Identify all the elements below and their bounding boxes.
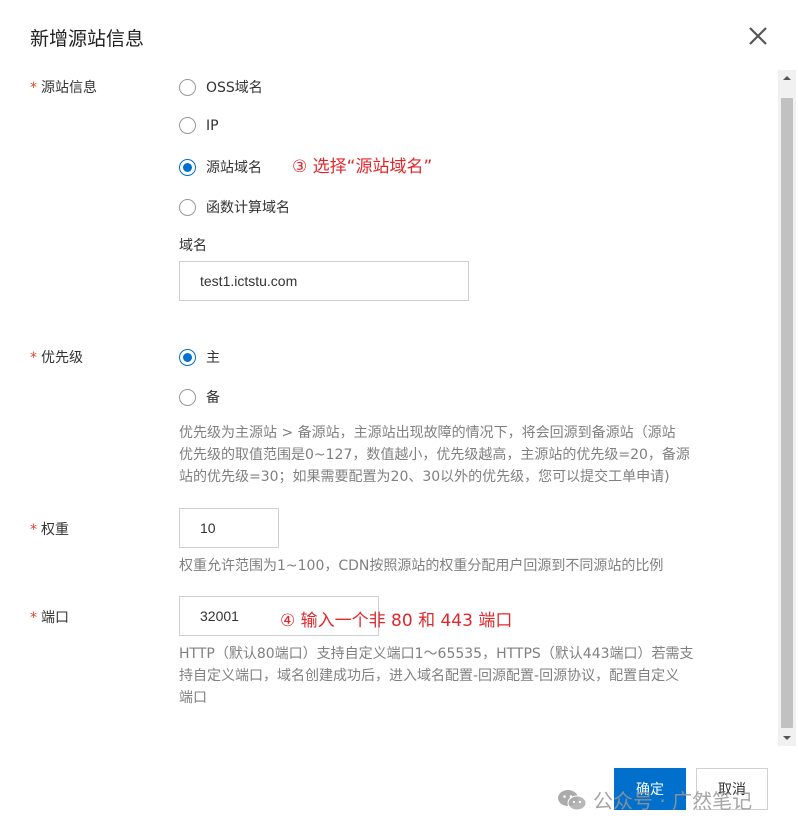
add-origin-dialog: 新增源站信息 * 源站信息 OSS域名 IP 源站域名 ③ 选择“源站域名” 函数…	[0, 0, 798, 828]
origin-info-label: * 源站信息	[30, 80, 97, 96]
radio-origin-domain[interactable]: 源站域名	[179, 157, 262, 177]
radio-oss-domain[interactable]: OSS域名	[179, 77, 263, 97]
help-line: 优先级为主源站 > 备源站，主源站出现故障的情况下，将会回源到备源站（源站	[179, 425, 676, 441]
scrollbar-thumb[interactable]	[781, 98, 793, 728]
watermark: 公众号 · 广然笔记	[557, 785, 752, 814]
help-line: 优先级的取值范围是0~127，数值越小，优先级越高，主源站的优先级=20，备源	[179, 447, 690, 463]
priority-label: * 优先级	[30, 350, 83, 366]
required-mark: *	[30, 522, 37, 538]
help-line: 持自定义端口，域名创建成功后，进入域名配置-回源配置-回源协议，配置自定义	[179, 668, 680, 684]
radio-circle[interactable]	[179, 158, 196, 176]
weight-input[interactable]: 10	[179, 508, 279, 548]
annotation-step-3: ③ 选择“源站域名”	[292, 157, 433, 177]
radio-label: 主	[206, 350, 220, 366]
radio-function-domain[interactable]: 函数计算域名	[179, 197, 290, 217]
weight-help: 权重允许范围为1~100，CDN按照源站的权重分配用户回源到不同源站的比例	[179, 558, 664, 574]
annotation-step-4: ④ 输入一个非 80 和 443 端口	[280, 611, 513, 631]
radio-circle[interactable]	[179, 198, 196, 216]
port-help: HTTP（默认80端口）支持自定义端口1～65535，HTTPS（默认443端口…	[179, 643, 694, 709]
domain-input[interactable]: test1.ictstu.com	[179, 261, 469, 301]
radio-circle[interactable]	[179, 388, 196, 406]
radio-ip[interactable]: IP	[179, 117, 219, 134]
scroll-up-arrow-icon[interactable]	[778, 70, 796, 86]
radio-primary[interactable]: 主	[179, 347, 220, 367]
required-mark: *	[30, 80, 37, 96]
scroll-down-arrow-icon[interactable]	[778, 730, 796, 746]
radio-label: OSS域名	[206, 80, 263, 96]
domain-label: 域名	[179, 238, 207, 254]
radio-circle[interactable]	[179, 117, 196, 134]
watermark-text: 公众号 · 广然笔记	[593, 789, 753, 813]
weight-label: * 权重	[30, 522, 69, 538]
priority-help: 优先级为主源站 > 备源站，主源站出现故障的情况下，将会回源到备源站（源站 优先…	[179, 422, 690, 488]
radio-circle[interactable]	[179, 348, 196, 366]
wechat-icon	[558, 789, 587, 810]
radio-backup[interactable]: 备	[179, 387, 220, 407]
help-line: 站的优先级=30；如果需要配置为20、30以外的优先级，您可以提交工单申请)	[179, 469, 670, 485]
required-mark: *	[30, 350, 37, 366]
radio-circle[interactable]	[179, 78, 196, 96]
required-mark: *	[30, 610, 37, 626]
radio-label: 源站域名	[206, 160, 262, 176]
radio-label: 函数计算域名	[206, 200, 290, 216]
dialog-title: 新增源站信息	[30, 28, 145, 50]
port-label: * 端口	[30, 610, 69, 626]
radio-label: 备	[206, 390, 220, 406]
help-line: HTTP（默认80端口）支持自定义端口1～65535，HTTPS（默认443端口…	[179, 646, 694, 662]
radio-label: IP	[206, 117, 219, 134]
close-icon[interactable]	[746, 24, 770, 48]
scrollbar[interactable]	[778, 70, 796, 746]
help-line: 端口	[179, 690, 207, 706]
